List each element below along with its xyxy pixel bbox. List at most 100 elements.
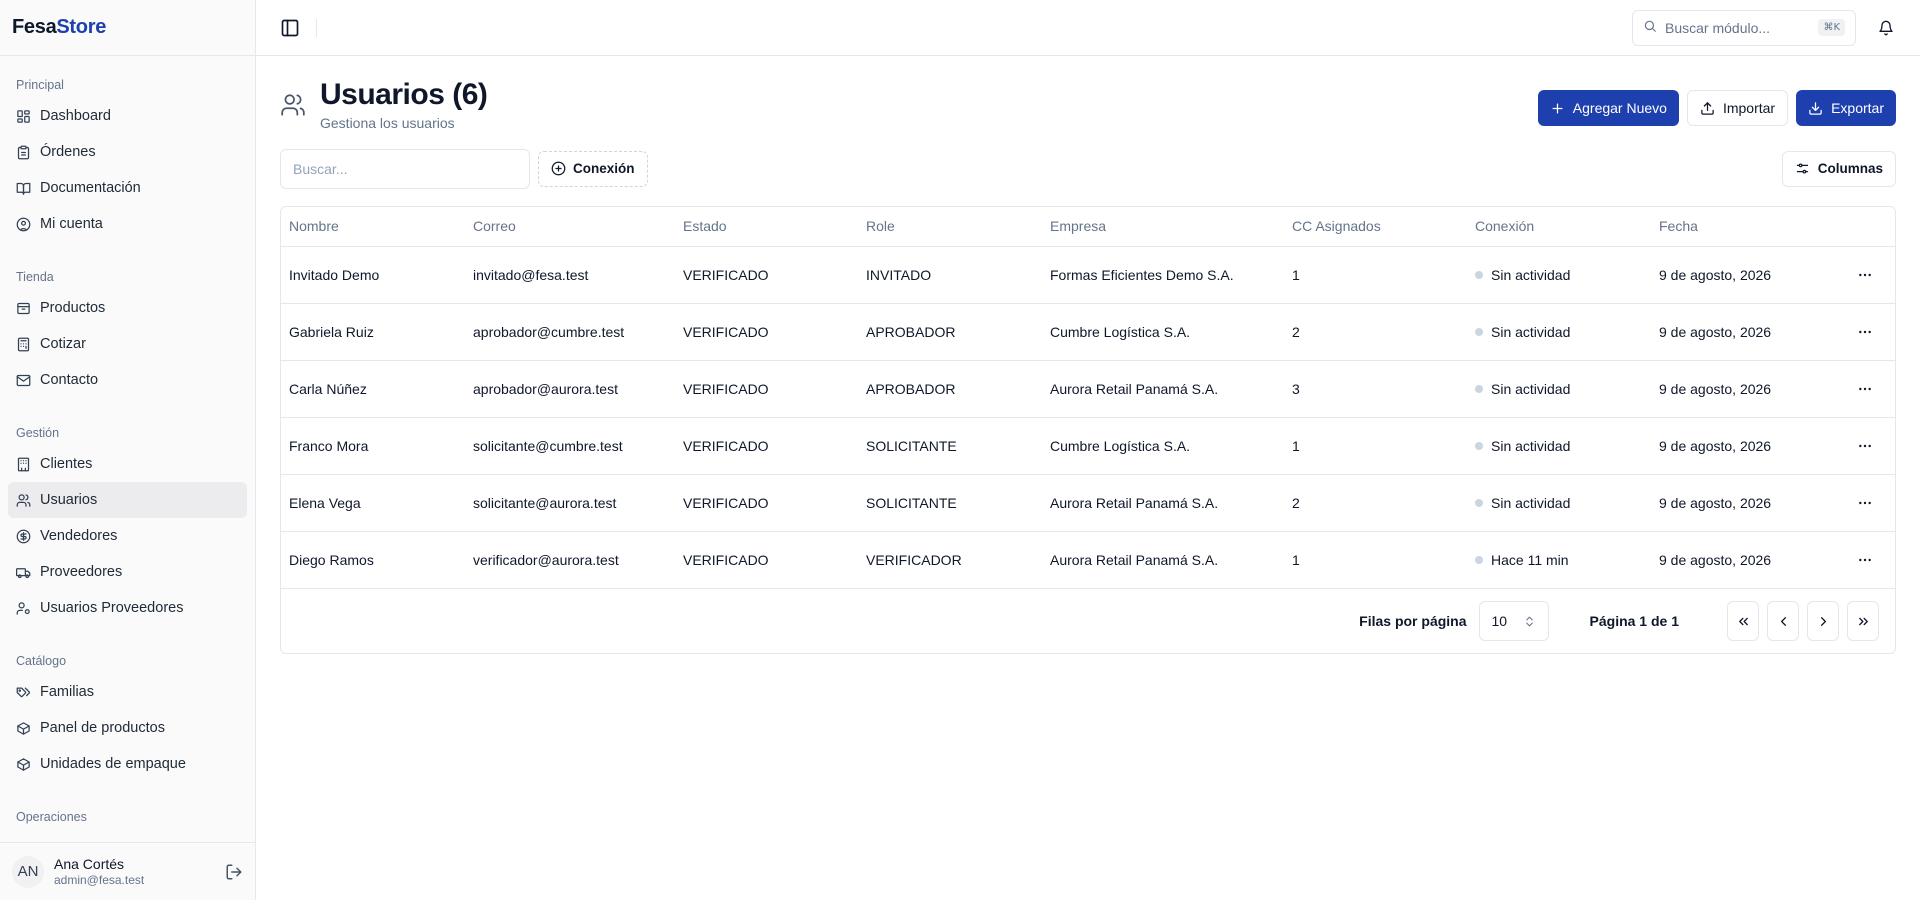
cell-nombre: Gabriela Ruiz (281, 303, 465, 361)
box-icon (16, 757, 31, 772)
table-header: Nombre Correo Estado Role Empresa CC Asignado… (281, 206, 1895, 247)
table-row[interactable]: Diego Ramos verificador@aurora.test VERIFI… (281, 531, 1895, 589)
sidebar-item-unidades-de-empaque[interactable]: Unidades de empaque (8, 746, 247, 782)
nav-group-label: Tienda (16, 270, 54, 284)
table-row[interactable]: Franco Mora solicitante@cumbre.test VERIFI… (281, 417, 1895, 475)
column-header[interactable]: Estado (675, 206, 858, 247)
export-button[interactable]: Exportar (1796, 90, 1896, 126)
add-new-button[interactable]: Agregar Nuevo (1537, 90, 1679, 126)
table-row[interactable]: Elena Vega solicitante@aurora.test VERIFIC… (281, 474, 1895, 532)
cell-correo: solicitante@cumbre.test (465, 417, 675, 475)
sidebar-item-cotizar[interactable]: Cotizar (8, 326, 247, 362)
connection-status: Sin actividad (1475, 438, 1643, 454)
sidebar-item-ordenes[interactable]: Órdenes (8, 134, 247, 170)
column-header[interactable]: Correo (465, 206, 675, 247)
users-icon (16, 493, 31, 508)
sidebar-item-panel-de-productos[interactable]: Panel de productos (8, 710, 247, 746)
logout-icon[interactable] (225, 863, 243, 881)
cell-correo: solicitante@aurora.test (465, 474, 675, 532)
cell-empresa: Aurora Retail Panamá S.A. (1042, 474, 1284, 532)
connection-text: Sin actividad (1491, 324, 1571, 340)
table-search-input[interactable] (280, 148, 530, 189)
users-icon (280, 92, 308, 120)
topbar: Buscar módulo... ⌘K (256, 0, 1920, 56)
table-row[interactable]: Gabriela Ruiz aprobador@cumbre.test VERIFI… (281, 303, 1895, 361)
cell-conexion: Sin actividad (1467, 474, 1651, 532)
cell-role: INVITADO (858, 246, 1042, 304)
columns-button[interactable]: Columnas (1781, 150, 1896, 187)
connection-filter-button[interactable]: Conexión (538, 150, 648, 187)
cell-fecha: 9 de agosto, 2026 (1651, 360, 1841, 418)
sidebar-item-label: Dashboard (40, 108, 111, 124)
more-horizontal-icon[interactable] (1851, 489, 1879, 517)
sidebar-item-label: Vendedores (40, 528, 118, 544)
pagination: Filas por página 10 Página 1 de 1 (281, 589, 1895, 653)
sidebar-item-vendedores[interactable]: Vendedores (8, 518, 247, 554)
table-row[interactable]: Carla Núñez aprobador@aurora.test VERIFICA… (281, 360, 1895, 418)
sidebar-item-contacto[interactable]: Contacto (8, 362, 247, 398)
column-header[interactable]: Nombre (281, 206, 465, 247)
cell-fecha: 9 de agosto, 2026 (1651, 417, 1841, 475)
sidebar-item-label: Productos (40, 300, 106, 316)
title-block: Usuarios (6) Gestiona los usuarios (320, 78, 488, 131)
brand-logo[interactable]: Fesa Store (0, 0, 255, 56)
cell-role: SOLICITANTE (858, 417, 1042, 475)
cell-correo: invitado@fesa.test (465, 246, 675, 304)
last-page-button[interactable] (1847, 601, 1879, 641)
connection-status: Hace 11 min (1475, 552, 1643, 568)
sidebar-item-documentacion[interactable]: Documentación (8, 170, 247, 206)
sidebar-item-mi-cuenta[interactable]: Mi cuenta (8, 206, 247, 242)
sidebar-item-familias[interactable]: Familias (8, 674, 247, 710)
avatar[interactable]: AN (12, 855, 44, 888)
status-dot (1475, 271, 1483, 279)
cell-actions (1841, 417, 1895, 475)
brand-part-1: Fesa (12, 16, 57, 38)
page-subtitle: Gestiona los usuarios (320, 114, 455, 131)
sliders-icon (1796, 163, 1808, 174)
sidebar-item-usuarios-proveedores[interactable]: Usuarios Proveedores (8, 590, 247, 626)
page-info: Página 1 de 1 (1589, 613, 1679, 629)
cell-estado: VERIFICADO (675, 417, 858, 475)
topbar-divider (316, 18, 317, 37)
filter-toolbar: Conexión Columnas (280, 148, 1896, 189)
sidebar-item-proveedores[interactable]: Proveedores (8, 554, 247, 590)
more-horizontal-icon[interactable] (1851, 261, 1879, 289)
sidebar-item-label: Mi cuenta (40, 216, 103, 232)
box-icon (16, 721, 31, 736)
layout-dashboard-icon (16, 109, 31, 124)
next-page-button[interactable] (1807, 601, 1839, 641)
first-page-button[interactable] (1727, 601, 1759, 641)
sidebar-item-label: Contacto (40, 372, 99, 388)
sidebar-item-usuarios[interactable]: Usuarios (8, 482, 247, 518)
cell-empresa: Cumbre Logística S.A. (1042, 303, 1284, 361)
user-cog-icon (16, 601, 31, 616)
import-button[interactable]: Importar (1686, 90, 1789, 126)
module-search[interactable]: Buscar módulo... ⌘K (1632, 9, 1856, 46)
table-row[interactable]: Invitado Demo invitado@fesa.test VERIFICAD… (281, 246, 1895, 304)
previous-page-button[interactable] (1767, 601, 1799, 641)
cell-estado: VERIFICADO (675, 246, 858, 304)
sidebar-item-clientes[interactable]: Clientes (8, 446, 247, 482)
rows-per-page-select[interactable]: 10 (1478, 601, 1549, 641)
sidebar-item-label: Clientes (40, 456, 93, 472)
nav-group: Gestión Clientes Usuarios Vendedores Proveed… (8, 398, 247, 626)
sidebar-item-productos[interactable]: Productos (8, 290, 247, 326)
column-header[interactable]: CC Asignados (1284, 206, 1467, 247)
column-header[interactable]: Conexión (1467, 206, 1651, 247)
bell-icon[interactable] (1868, 10, 1904, 46)
cell-cc: 2 (1284, 474, 1467, 532)
column-header[interactable]: Fecha (1651, 206, 1841, 247)
cell-empresa: Aurora Retail Panamá S.A. (1042, 360, 1284, 418)
more-horizontal-icon[interactable] (1851, 375, 1879, 403)
main-area: Buscar módulo... ⌘K Usuarios (6) Gestion… (256, 0, 1920, 900)
more-horizontal-icon[interactable] (1851, 546, 1879, 574)
sidebar-toggle-icon[interactable] (276, 14, 304, 42)
cell-nombre: Diego Ramos (281, 531, 465, 589)
tags-icon (16, 685, 31, 700)
cell-estado: VERIFICADO (675, 531, 858, 589)
column-header[interactable]: Empresa (1042, 206, 1284, 247)
sidebar-item-dashboard[interactable]: Dashboard (8, 98, 247, 134)
column-header[interactable]: Role (858, 206, 1042, 247)
more-horizontal-icon[interactable] (1851, 318, 1879, 346)
more-horizontal-icon[interactable] (1851, 432, 1879, 460)
